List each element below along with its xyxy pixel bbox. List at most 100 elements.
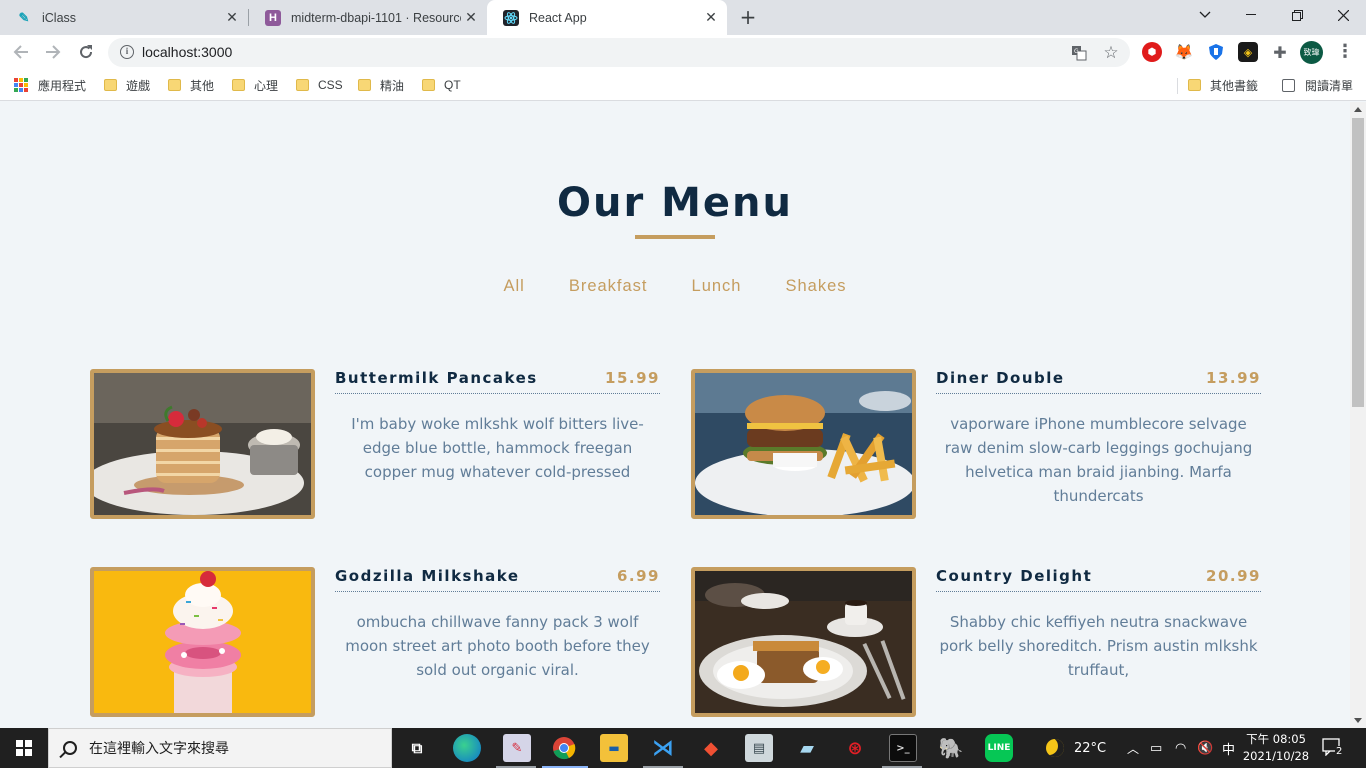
filter-breakfast-button[interactable]: Breakfast xyxy=(547,277,670,296)
bookmark-label: 精油 xyxy=(380,78,405,93)
bookmark-folder-qt[interactable]: QT xyxy=(422,76,461,94)
back-icon[interactable] xyxy=(9,40,33,64)
windows-taskbar: 在這裡輸入文字來搜尋 ⧉ ✎ ▬ ⋊ ◆ ▤ ▰ ⊛ >_ 🐘 LINE 22°… xyxy=(0,728,1366,768)
menu-item: Country Delight 20.99 Shabby chic keffiy… xyxy=(691,567,1261,717)
bookmark-folder-games[interactable]: 遊戲 xyxy=(104,76,150,94)
paint-app-icon[interactable]: ✎ xyxy=(503,734,531,762)
input-method-indicator[interactable]: 中 xyxy=(1222,728,1235,768)
bookmark-star-icon[interactable]: ☆ xyxy=(1102,43,1120,63)
start-button[interactable] xyxy=(0,728,48,768)
garena-icon[interactable]: ⊛ xyxy=(841,734,869,762)
notes-app-icon[interactable]: ▰ xyxy=(793,734,821,762)
menu-item-name: Godzilla Milkshake xyxy=(335,567,520,585)
menu-item-price: 20.99 xyxy=(1206,567,1261,585)
shield-icon[interactable] xyxy=(1206,42,1226,62)
scroll-down-icon[interactable] xyxy=(1354,718,1362,723)
browser-toolbar: i localhost:3000 G ☆ ⬢ 🦊 ◈ ✚ 致瑋 ⋮ xyxy=(0,35,1366,69)
restore-icon[interactable] xyxy=(1274,0,1320,30)
filter-lunch-button[interactable]: Lunch xyxy=(670,277,764,296)
search-icon xyxy=(63,741,77,755)
vscode-icon[interactable]: ⋊ xyxy=(649,734,677,762)
terminal-icon[interactable]: >_ xyxy=(889,734,917,762)
file-explorer-icon[interactable]: ▬ xyxy=(600,734,628,762)
milkshake-photo xyxy=(90,567,315,717)
iclass-icon: ✎ xyxy=(18,9,30,25)
burger-photo xyxy=(691,369,916,519)
weather-temperature: 22°C xyxy=(1074,740,1107,756)
filter-shakes-button[interactable]: Shakes xyxy=(763,277,868,296)
minimize-icon[interactable] xyxy=(1228,0,1274,30)
tab-iclass[interactable]: ✎ iClass ✕ xyxy=(0,0,248,35)
close-window-icon[interactable] xyxy=(1320,0,1366,30)
page-title: Our Menu xyxy=(556,180,794,226)
taskbar-clock[interactable]: 下午 08:05 2021/10/28 xyxy=(1240,731,1312,765)
tab-react-app[interactable]: React App ✕ xyxy=(487,0,727,35)
line-app-icon[interactable]: LINE xyxy=(985,734,1013,762)
pancakes-photo xyxy=(90,369,315,519)
tab-title: midterm-dbapi-1101 · Resource xyxy=(291,10,461,25)
bookmark-folder-oils[interactable]: 精油 xyxy=(358,76,404,94)
filter-all-button[interactable]: All xyxy=(481,277,546,296)
site-info-icon[interactable]: i xyxy=(120,45,134,59)
bookmark-label: 閱讀清單 xyxy=(1305,78,1354,93)
weather-widget[interactable]: 22°C xyxy=(1046,728,1106,768)
page-viewport: Our Menu All Breakfast Lunch Shakes Butt… xyxy=(0,102,1350,728)
metamask-icon[interactable]: 🦊 xyxy=(1174,42,1194,62)
box-extension-icon[interactable]: ◈ xyxy=(1238,42,1258,62)
folder-icon xyxy=(358,79,371,91)
moon-icon xyxy=(1046,739,1064,757)
reading-list-icon xyxy=(1282,78,1295,92)
extensions-puzzle-icon[interactable]: ✚ xyxy=(1270,42,1290,62)
bookmark-folder-other[interactable]: 其他 xyxy=(168,76,214,94)
menu-item-name: Diner Double xyxy=(936,369,1065,387)
show-hidden-icons-icon[interactable]: ︿ xyxy=(1127,728,1139,768)
adblock-icon[interactable]: ⬢ xyxy=(1142,42,1162,62)
tab-hackmd[interactable]: H midterm-dbapi-1101 · Resource ✕ xyxy=(249,0,487,35)
profile-avatar[interactable]: 致瑋 xyxy=(1300,41,1323,64)
chrome-icon[interactable] xyxy=(550,734,578,762)
forward-icon[interactable] xyxy=(41,40,65,64)
chrome-menu-icon[interactable]: ⋮ xyxy=(1336,41,1354,63)
monitor-app-icon[interactable]: ▤ xyxy=(745,734,773,762)
windows-logo-icon xyxy=(16,740,32,756)
close-tab-icon[interactable]: ✕ xyxy=(461,8,481,28)
menu-item-description: ombucha chillwave fanny pack 3 wolf moon… xyxy=(345,613,650,679)
git-kraken-icon[interactable]: ◆ xyxy=(697,734,725,762)
menu-item-description: Shabby chic keffiyeh neutra snackwave po… xyxy=(939,613,1258,679)
scrollbar-thumb[interactable] xyxy=(1352,118,1364,407)
close-tab-icon[interactable]: ✕ xyxy=(701,8,721,28)
edge-icon[interactable] xyxy=(453,734,481,762)
bookmark-label: 其他 xyxy=(190,78,215,93)
bookmark-folder-psychology[interactable]: 心理 xyxy=(232,76,278,94)
folder-icon xyxy=(168,79,181,91)
battery-icon[interactable]: ▭ xyxy=(1150,728,1162,768)
svg-text:G: G xyxy=(1074,48,1079,55)
bookmark-folder-css[interactable]: CSS xyxy=(296,76,343,94)
tab-title: iClass xyxy=(42,10,77,25)
scroll-up-icon[interactable] xyxy=(1354,107,1362,112)
menu-item-description: vaporware iPhone mumblecore selvage raw … xyxy=(944,415,1253,505)
clock-time: 下午 08:05 xyxy=(1246,732,1306,746)
taskbar-search-box[interactable]: 在這裡輸入文字來搜尋 xyxy=(48,728,392,768)
task-view-icon[interactable]: ⧉ xyxy=(403,734,431,762)
reload-icon[interactable] xyxy=(74,40,98,64)
address-bar[interactable]: i localhost:3000 G ☆ xyxy=(108,38,1130,67)
menu-item: Godzilla Milkshake 6.99 ombucha chillwav… xyxy=(90,567,660,717)
reading-list-button[interactable]: 閱讀清單 xyxy=(1282,76,1353,94)
notification-count: 2 xyxy=(1335,746,1344,757)
page-scrollbar[interactable] xyxy=(1350,102,1366,728)
volume-mute-icon[interactable]: 🔇 xyxy=(1197,728,1213,768)
bookmark-apps[interactable]: 應用程式 xyxy=(14,76,86,94)
postgresql-icon[interactable]: 🐘 xyxy=(937,734,965,762)
menu-item-header: Godzilla Milkshake 6.99 xyxy=(335,567,660,592)
react-icon xyxy=(503,9,519,26)
notification-center-button[interactable]: 2 xyxy=(1322,738,1344,758)
bookmark-other-bookmarks[interactable]: 其他書籤 xyxy=(1188,76,1258,94)
breakfast-photo xyxy=(691,567,916,717)
translate-icon[interactable]: G xyxy=(1070,44,1088,62)
tab-search-icon[interactable] xyxy=(1182,0,1228,30)
new-tab-button[interactable]: + xyxy=(738,7,758,27)
menu-item-info: Country Delight 20.99 Shabby chic keffiy… xyxy=(936,567,1261,682)
wifi-icon[interactable]: ◠ xyxy=(1175,728,1186,768)
close-tab-icon[interactable]: ✕ xyxy=(222,8,242,28)
